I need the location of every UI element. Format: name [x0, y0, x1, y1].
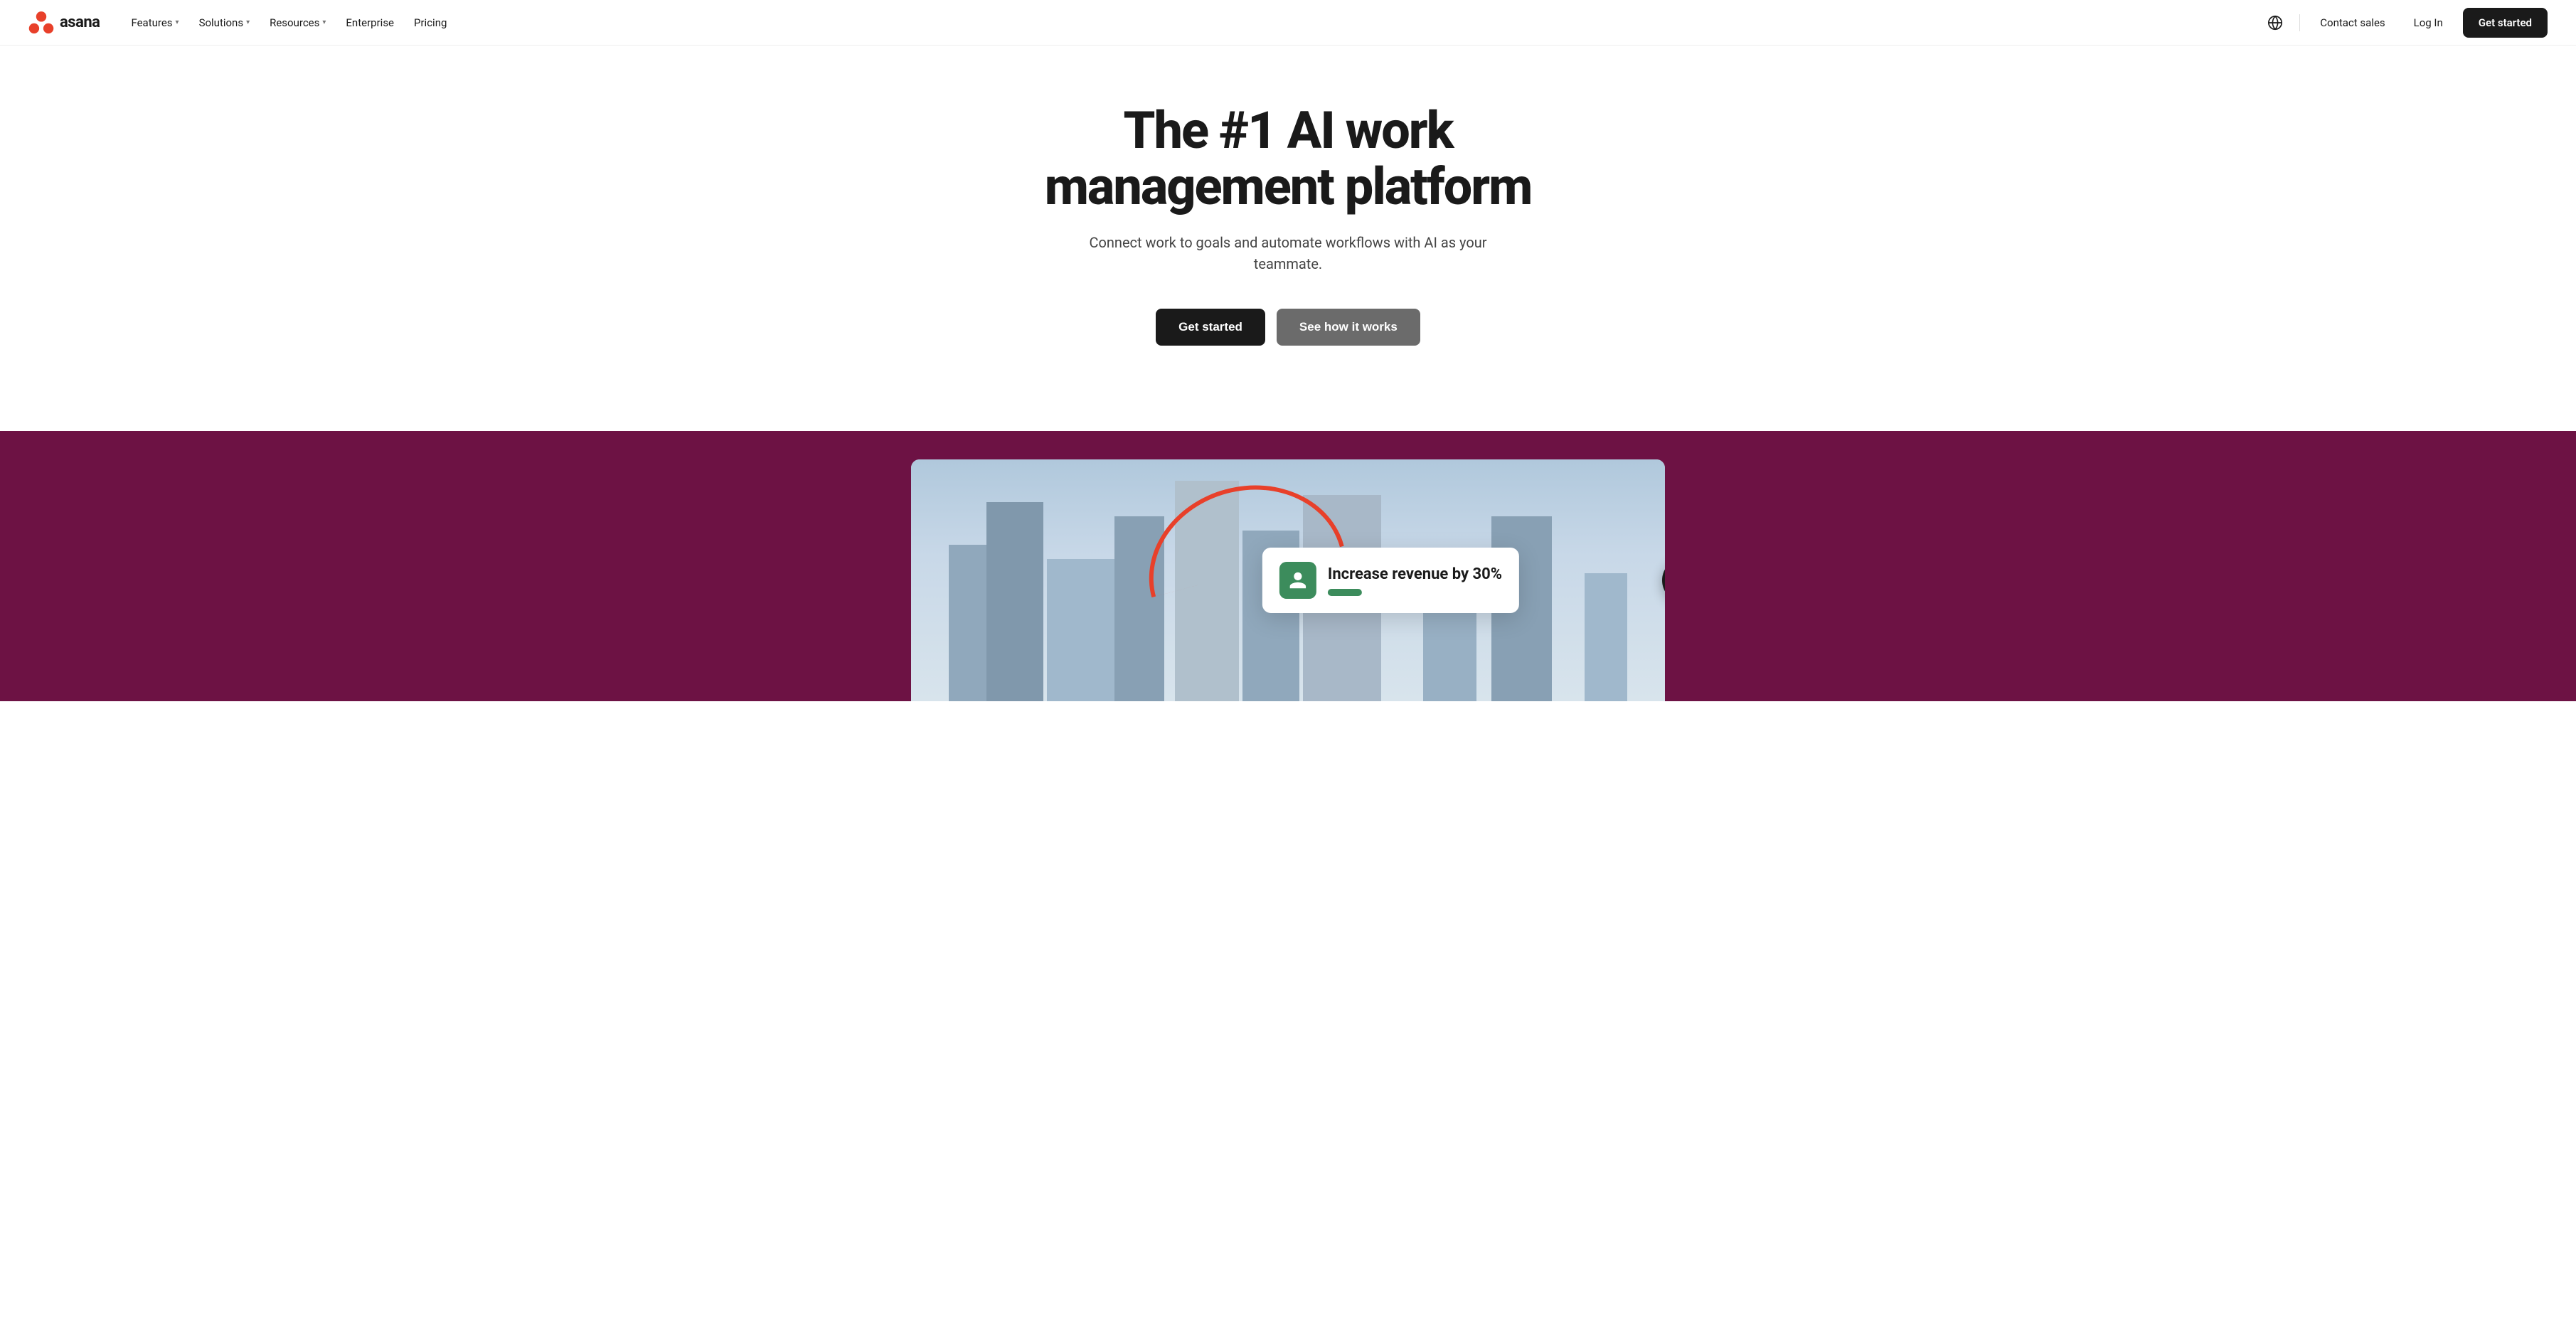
hero-section: The #1 AI work management platform Conne… — [0, 46, 2576, 431]
video-section: Increase revenue by 30% — [0, 431, 2576, 701]
notification-icon — [1279, 562, 1316, 599]
building — [1047, 559, 1118, 701]
person-icon — [1288, 570, 1308, 590]
nav-resources[interactable]: Resources ▾ — [261, 11, 334, 35]
notification-progress-bar — [1328, 589, 1362, 596]
nav-pricing[interactable]: Pricing — [405, 11, 455, 35]
city-background: Increase revenue by 30% — [911, 459, 1665, 701]
hero-title: The #1 AI work management platform — [1018, 102, 1558, 215]
building — [949, 545, 991, 701]
contact-sales-link[interactable]: Contact sales — [2311, 11, 2393, 35]
hero-subtitle: Connect work to goals and automate workf… — [1089, 232, 1487, 275]
nav-divider — [2299, 14, 2300, 31]
navbar: asana Features ▾ Solutions ▾ Resources ▾… — [0, 0, 2576, 46]
login-link[interactable]: Log In — [2405, 11, 2452, 35]
globe-button[interactable] — [2262, 10, 2288, 36]
nav-solutions[interactable]: Solutions ▾ — [191, 11, 259, 35]
logo-link[interactable]: asana — [28, 10, 100, 36]
chevron-down-icon: ▾ — [322, 18, 326, 26]
nav-links: Features ▾ Solutions ▾ Resources ▾ Enter… — [122, 11, 2262, 35]
notification-card: Increase revenue by 30% — [1262, 548, 1519, 613]
nav-get-started-button[interactable]: Get started — [2463, 8, 2548, 38]
nav-right: Contact sales Log In Get started — [2262, 8, 2548, 38]
chevron-down-icon: ▾ — [176, 18, 179, 26]
logo-text: asana — [60, 14, 100, 31]
hero-see-how-button[interactable]: See how it works — [1277, 309, 1420, 346]
building — [1585, 573, 1627, 701]
notification-title: Increase revenue by 30% — [1328, 565, 1502, 583]
chevron-down-icon: ▾ — [246, 18, 250, 26]
video-container: Increase revenue by 30% — [911, 459, 1665, 701]
asana-logo-icon — [28, 10, 54, 36]
hero-buttons: Get started See how it works — [14, 309, 2562, 346]
nav-enterprise[interactable]: Enterprise — [337, 11, 403, 35]
globe-icon — [2267, 15, 2283, 31]
nav-features[interactable]: Features ▾ — [122, 11, 187, 35]
hero-get-started-button[interactable]: Get started — [1156, 309, 1265, 346]
building — [986, 502, 1043, 701]
notification-content: Increase revenue by 30% — [1328, 565, 1502, 596]
